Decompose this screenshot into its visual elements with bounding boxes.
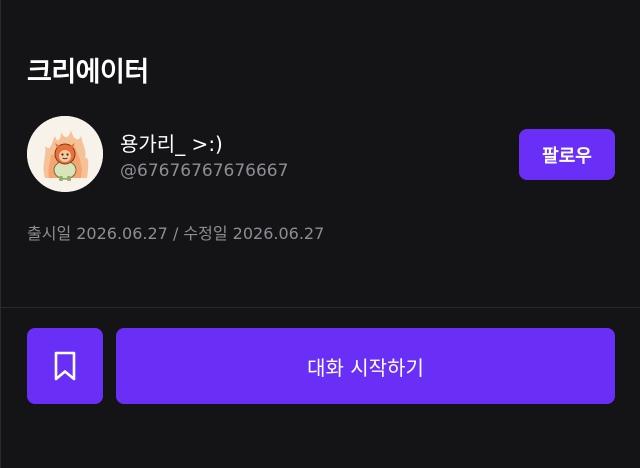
bookmark-button[interactable]	[27, 328, 103, 404]
creator-handle: @67676767676667	[120, 161, 289, 181]
creator-panel: 크리에이터 용가리_ >:) @67676767676667 팔로우 출시일 2…	[0, 0, 640, 468]
start-chat-button[interactable]: 대화 시작하기	[116, 328, 615, 404]
creator-profile: 용가리_ >:) @67676767676667 팔로우	[27, 116, 615, 192]
creator-name[interactable]: 용가리_ >:)	[120, 128, 223, 157]
divider	[1, 307, 640, 308]
release-dates: 출시일 2026.06.27 / 수정일 2026.06.27	[27, 224, 325, 243]
avatar[interactable]	[27, 116, 103, 192]
follow-button[interactable]: 팔로우	[519, 129, 615, 180]
section-title: 크리에이터	[27, 57, 149, 88]
dragon-character-icon	[27, 116, 103, 192]
bookmark-icon	[54, 351, 76, 381]
